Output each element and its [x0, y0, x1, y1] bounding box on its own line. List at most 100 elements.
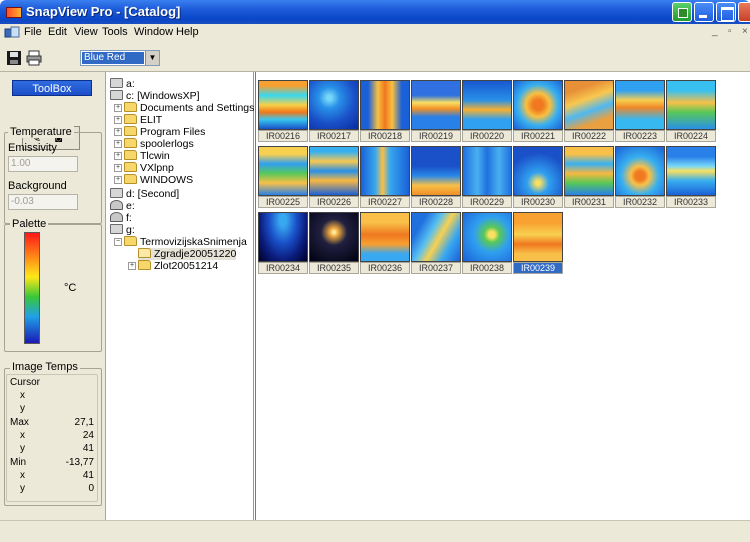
folder-icon: [124, 236, 137, 246]
expand-icon[interactable]: +: [114, 116, 122, 124]
background-field[interactable]: -0.03: [8, 194, 78, 210]
drive-icon: [110, 188, 123, 198]
tree-item-windows[interactable]: WINDOWS: [124, 174, 193, 186]
emissivity-field[interactable]: 1.00: [8, 156, 78, 172]
tree-item-label: ELIT: [140, 114, 163, 126]
tree-item-elit[interactable]: ELIT: [124, 114, 162, 126]
extension-button[interactable]: [672, 2, 692, 22]
menu-bar: File Edit View Tools Window Help _ ▫ ×: [0, 24, 750, 42]
thumbnail-ir00230[interactable]: IR00230: [513, 146, 563, 208]
thumbnail-ir00227[interactable]: IR00227: [360, 146, 410, 208]
thumbnail-ir00229[interactable]: IR00229: [462, 146, 512, 208]
max-y-value: 41: [82, 443, 94, 454]
child-restore-button[interactable]: ▫: [728, 26, 732, 37]
thermal-image: [615, 80, 665, 130]
tree-item-label: f:: [126, 212, 132, 224]
thumbnail-caption: IR00237: [411, 262, 461, 274]
tree-item-termovizijskasnimenja[interactable]: TermovizijskaSnimenja: [124, 236, 247, 248]
toolbox-header[interactable]: ToolBox: [12, 80, 92, 96]
tree-item-tlcwin[interactable]: Tlcwin: [124, 150, 170, 162]
image-temps-label: Image Temps: [10, 361, 80, 373]
expand-icon[interactable]: +: [114, 104, 122, 112]
tree-item-program-files[interactable]: Program Files: [124, 126, 205, 138]
tree-item-zlot20051214[interactable]: Zlot20051214: [138, 260, 218, 272]
child-minimize-button[interactable]: _: [712, 26, 718, 37]
thumbnail-ir00223[interactable]: IR00223: [615, 80, 665, 142]
thermal-image: [309, 212, 359, 262]
maximize-button[interactable]: [716, 2, 736, 22]
menu-edit[interactable]: Edit: [48, 26, 67, 38]
thumbnail-ir00221[interactable]: IR00221: [513, 80, 563, 142]
tree-item-spoolerlogs[interactable]: spoolerlogs: [124, 138, 194, 150]
tree-item-drive-g[interactable]: g:: [110, 224, 135, 236]
menu-help[interactable]: Help: [176, 26, 199, 38]
thumbnail-ir00219[interactable]: IR00219: [411, 80, 461, 142]
tree-item-drive-f[interactable]: f:: [110, 212, 132, 224]
title-bar[interactable]: SnapView Pro - [Catalog]: [0, 0, 750, 24]
tree-item-documents-and-settings[interactable]: Documents and Settings: [124, 102, 254, 114]
thumbnail-ir00226[interactable]: IR00226: [309, 146, 359, 208]
palette-group: [4, 224, 102, 352]
thumbnail-ir00224[interactable]: IR00224: [666, 80, 716, 142]
palette-label: Palette: [10, 218, 49, 230]
thumbnail-ir00231[interactable]: IR00231: [564, 146, 614, 208]
menu-window[interactable]: Window: [134, 26, 173, 38]
tree-item-label: Zgradje20051220: [154, 248, 237, 260]
folder-icon: [138, 260, 151, 270]
min-x-value: 41: [82, 470, 94, 481]
expand-icon[interactable]: +: [114, 140, 122, 148]
expand-icon[interactable]: +: [114, 164, 122, 172]
thumbnail-ir00238[interactable]: IR00238: [462, 212, 512, 274]
thumbnail-ir00239[interactable]: IR00239: [513, 212, 563, 274]
save-icon[interactable]: [6, 50, 22, 66]
tree-item-drive-c[interactable]: c: [WindowsXP]: [110, 90, 200, 102]
close-button[interactable]: [738, 2, 750, 22]
thermal-image: [360, 146, 410, 196]
expand-icon[interactable]: +: [114, 128, 122, 136]
tree-item-drive-e[interactable]: e:: [110, 200, 135, 212]
thermal-image: [513, 212, 563, 262]
folder-icon: [124, 162, 137, 172]
thumbnail-ir00232[interactable]: IR00232: [615, 146, 665, 208]
tree-item-drive-a[interactable]: a:: [110, 78, 135, 90]
thumbnail-ir00217[interactable]: IR00217: [309, 80, 359, 142]
menu-view[interactable]: View: [74, 26, 98, 38]
thermal-image: [309, 146, 359, 196]
thermal-image: [615, 146, 665, 196]
menu-tools[interactable]: Tools: [102, 26, 128, 38]
tree-item-drive-d[interactable]: d: [Second]: [110, 188, 179, 200]
thumbnail-ir00233[interactable]: IR00233: [666, 146, 716, 208]
thumbnail-ir00228[interactable]: IR00228: [411, 146, 461, 208]
thumbnail-ir00237[interactable]: IR00237: [411, 212, 461, 274]
thumbnail-caption: IR00229: [462, 196, 512, 208]
expand-icon[interactable]: +: [128, 262, 136, 270]
toolbox-panel: ToolBox ✎ ◙ Temperature Emissivity 1.00 …: [0, 72, 106, 520]
thumbnail-ir00216[interactable]: IR00216: [258, 80, 308, 142]
expand-icon[interactable]: +: [114, 176, 122, 184]
thumbnail-caption: IR00238: [462, 262, 512, 274]
thumbnail-ir00220[interactable]: IR00220: [462, 80, 512, 142]
document-icon[interactable]: [4, 26, 20, 40]
thumbnail-caption: IR00219: [411, 130, 461, 142]
chevron-down-icon[interactable]: ▼: [145, 51, 159, 65]
min-x-label: x: [20, 470, 25, 481]
thumbnail-ir00235[interactable]: IR00235: [309, 212, 359, 274]
tree-item-vxlpnp[interactable]: VXlpnp: [124, 162, 174, 174]
max-x-value: 24: [82, 430, 94, 441]
thumbnail-ir00218[interactable]: IR00218: [360, 80, 410, 142]
print-icon[interactable]: [26, 50, 42, 66]
thumbnail-ir00225[interactable]: IR00225: [258, 146, 308, 208]
thumbnail-caption: IR00233: [666, 196, 716, 208]
menu-file[interactable]: File: [24, 26, 42, 38]
palette-dropdown[interactable]: Blue Red ▼: [80, 50, 160, 66]
expand-icon[interactable]: +: [114, 152, 122, 160]
thumbnail-ir00222[interactable]: IR00222: [564, 80, 614, 142]
collapse-icon[interactable]: −: [114, 238, 122, 246]
folder-icon: [124, 138, 137, 148]
drive-icon: [110, 224, 123, 234]
child-close-button[interactable]: ×: [742, 26, 748, 37]
tree-item-zgradje20051220[interactable]: Zgradje20051220: [138, 248, 237, 260]
thumbnail-ir00234[interactable]: IR00234: [258, 212, 308, 274]
minimize-button[interactable]: [694, 2, 714, 22]
thumbnail-ir00236[interactable]: IR00236: [360, 212, 410, 274]
